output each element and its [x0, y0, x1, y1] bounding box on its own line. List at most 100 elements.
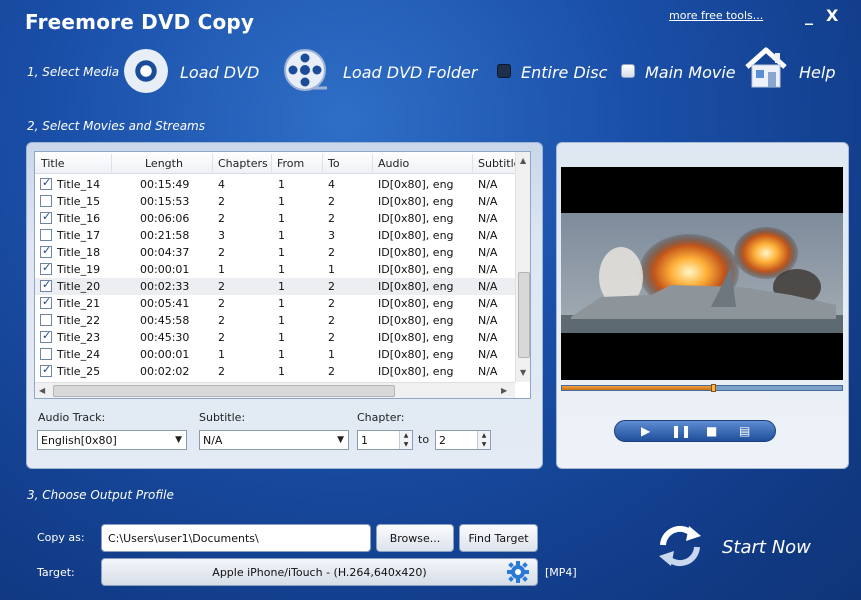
cell-subtitle: N/A	[478, 365, 498, 378]
stepper-buttons[interactable]: ▲ ▼	[477, 431, 490, 449]
load-dvd-label: Load DVD	[180, 63, 260, 82]
cell-to: 2	[328, 314, 335, 327]
row-checkbox[interactable]	[40, 314, 52, 326]
cell-title: Title_18	[57, 246, 101, 259]
scroll-left-icon[interactable]: ◀	[39, 386, 45, 395]
cell-audio: ID[0x80], eng	[378, 178, 454, 191]
cell-length: 00:02:33	[140, 280, 190, 293]
stepper-down-icon[interactable]: ▼	[478, 440, 490, 449]
table-row[interactable]: Title_20 00:02:33 2 1 2 ID[0x80], eng N/A	[35, 278, 515, 295]
close-button[interactable]: X	[826, 6, 838, 25]
table-row[interactable]: Title_17 00:21:58 3 1 3 ID[0x80], eng N/A	[35, 227, 515, 244]
cell-chapters: 2	[218, 297, 225, 310]
column-separator	[322, 154, 323, 172]
cell-from: 1	[278, 348, 285, 361]
cell-title: Title_22	[57, 314, 101, 327]
table-row[interactable]: Title_19 00:00:01 1 1 1 ID[0x80], eng N/A	[35, 261, 515, 278]
cell-length: 00:45:30	[140, 331, 190, 344]
step-2-label: 2, Select Movies and Streams	[27, 119, 206, 133]
subtitle-label: Subtitle:	[199, 411, 246, 424]
column-from[interactable]: From	[277, 157, 304, 170]
target-profile-select[interactable]: Apple iPhone/iTouch - (H.264,640x420)	[101, 558, 538, 586]
entire-disc-label: Entire Disc	[521, 63, 608, 82]
load-dvd-folder-label: Load DVD Folder	[343, 63, 478, 82]
cell-chapters: 2	[218, 280, 225, 293]
more-tools-link[interactable]: more free tools...	[669, 9, 763, 22]
chapter-to-stepper[interactable]: 2 ▲ ▼	[435, 430, 491, 450]
horizontal-scroll-thumb[interactable]	[53, 385, 395, 397]
cell-chapters: 2	[218, 314, 225, 327]
play-icon[interactable]: ▶	[641, 424, 650, 438]
column-chapters[interactable]: Chapters	[218, 157, 268, 170]
cell-audio: ID[0x80], eng	[378, 280, 454, 293]
gear-icon[interactable]	[506, 560, 530, 584]
stop-icon[interactable]: ■	[706, 424, 717, 438]
table-row[interactable]: Title_16 00:06:06 2 1 2 ID[0x80], eng N/A	[35, 210, 515, 227]
output-path-field[interactable]: C:\Users\user1\Documents\	[101, 524, 371, 552]
chapter-from-stepper[interactable]: 1 ▲ ▼	[357, 430, 413, 450]
row-checkbox[interactable]	[40, 261, 52, 275]
snapshot-icon[interactable]: ▤	[739, 424, 750, 438]
column-separator	[111, 154, 112, 172]
column-length[interactable]: Length	[145, 157, 183, 170]
audio-track-label: Audio Track:	[38, 411, 106, 424]
cell-subtitle: N/A	[478, 331, 498, 344]
cell-length: 00:15:53	[140, 195, 190, 208]
find-target-button[interactable]: Find Target	[459, 524, 538, 552]
cell-to: 2	[328, 280, 335, 293]
row-checkbox[interactable]	[40, 195, 52, 207]
column-audio[interactable]: Audio	[378, 157, 409, 170]
cell-from: 1	[278, 212, 285, 225]
browse-button[interactable]: Browse...	[376, 524, 454, 552]
table-row[interactable]: Title_14 00:15:49 4 1 4 ID[0x80], eng N/A	[35, 176, 515, 193]
cell-chapters: 1	[218, 348, 225, 361]
column-title[interactable]: Title	[41, 157, 65, 170]
scroll-up-icon[interactable]: ▲	[520, 156, 526, 165]
cell-audio: ID[0x80], eng	[378, 331, 454, 344]
playback-progress-bar[interactable]	[561, 384, 843, 392]
table-row[interactable]: Title_25 00:02:02 2 1 2 ID[0x80], eng N/A	[35, 363, 515, 380]
cell-to: 1	[328, 348, 335, 361]
progress-handle[interactable]	[711, 384, 717, 392]
row-checkbox[interactable]	[40, 363, 52, 377]
minimize-button[interactable]: _	[805, 6, 813, 25]
stepper-up-icon[interactable]: ▲	[400, 431, 412, 440]
row-checkbox[interactable]	[40, 329, 52, 343]
vertical-scrollbar[interactable]: ▲ ▼	[515, 152, 530, 382]
stepper-up-icon[interactable]: ▲	[478, 431, 490, 440]
stepper-buttons[interactable]: ▲ ▼	[399, 431, 412, 449]
row-checkbox[interactable]	[40, 176, 52, 190]
column-to[interactable]: To	[328, 157, 340, 170]
table-row[interactable]: Title_18 00:04:37 2 1 2 ID[0x80], eng N/A	[35, 244, 515, 261]
cell-audio: ID[0x80], eng	[378, 297, 454, 310]
row-checkbox[interactable]	[40, 244, 52, 258]
stepper-down-icon[interactable]: ▼	[400, 440, 412, 449]
cell-from: 1	[278, 314, 285, 327]
table-row[interactable]: Title_15 00:15:53 2 1 2 ID[0x80], eng N/A	[35, 193, 515, 210]
table-header: Title Length Chapters From To Audio Subt…	[35, 152, 520, 174]
cell-to: 2	[328, 212, 335, 225]
horizontal-scrollbar[interactable]: ◀ ▶	[35, 382, 515, 398]
scroll-down-icon[interactable]: ▼	[520, 368, 526, 377]
cell-subtitle: N/A	[478, 263, 498, 276]
cell-audio: ID[0x80], eng	[378, 263, 454, 276]
row-checkbox[interactable]	[40, 295, 52, 309]
table-row[interactable]: Title_24 00:00:01 1 1 1 ID[0x80], eng N/A	[35, 346, 515, 363]
pause-icon[interactable]: ❚❚	[671, 424, 691, 438]
subtitle-select[interactable]: N/A ▼	[199, 430, 349, 450]
row-checkbox[interactable]	[40, 210, 52, 224]
row-checkbox[interactable]	[40, 229, 52, 241]
table-row[interactable]: Title_23 00:45:30 2 1 2 ID[0x80], eng N/A	[35, 329, 515, 346]
cell-from: 1	[278, 280, 285, 293]
row-checkbox[interactable]	[40, 348, 52, 360]
table-row[interactable]: Title_21 00:05:41 2 1 2 ID[0x80], eng N/A	[35, 295, 515, 312]
scroll-right-icon[interactable]: ▶	[501, 386, 507, 395]
target-label: Target:	[37, 566, 75, 579]
row-checkbox[interactable]	[40, 278, 52, 292]
table-row[interactable]: Title_22 00:45:58 2 1 2 ID[0x80], eng N/A	[35, 312, 515, 329]
vertical-scroll-thumb[interactable]	[518, 272, 530, 358]
cell-audio: ID[0x80], eng	[378, 246, 454, 259]
copy-as-label: Copy as:	[37, 531, 85, 544]
chapter-from-value: 1	[361, 434, 368, 447]
audio-track-select[interactable]: English[0x80] ▼	[37, 430, 187, 450]
